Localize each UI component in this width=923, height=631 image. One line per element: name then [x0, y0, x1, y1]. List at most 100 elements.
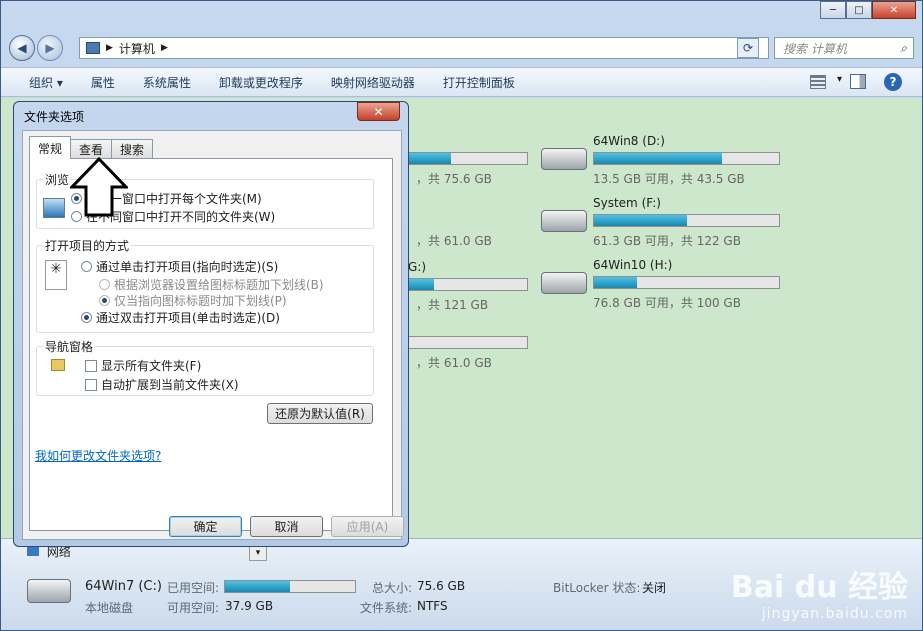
- usage-fill: [594, 277, 637, 288]
- drive-type: 本地磁盘: [85, 601, 134, 615]
- option-label: 通过单击打开项目(指向时选定)(S): [96, 260, 279, 274]
- address-input[interactable]: ▶ 计算机 ▶: [79, 37, 769, 59]
- radio-button[interactable]: [81, 312, 92, 323]
- search-placeholder: 搜索 计算机: [783, 41, 847, 56]
- option-label: 仅当指向图标标题时加下划线(P): [114, 294, 287, 308]
- usage-fill: [594, 153, 722, 164]
- used-fill: [225, 581, 290, 592]
- scroll-down-button[interactable]: ▾: [249, 545, 267, 561]
- click-group-label: 打开项目的方式: [43, 237, 132, 254]
- hard-drive-icon: [541, 272, 587, 294]
- underline-point-option[interactable]: 仅当指向图标标题时加下划线(P): [99, 292, 287, 309]
- total-size-label: 总大小:: [372, 581, 413, 595]
- tab-general[interactable]: 常规: [29, 136, 72, 159]
- browse-folders-icon: [43, 198, 65, 218]
- maximize-button[interactable]: □: [846, 1, 872, 19]
- drive-tile-d[interactable]: 64Win8 (D:) 13.5 GB 可用，共 43.5 GB: [541, 134, 791, 190]
- drive-name: G:): [408, 260, 427, 274]
- tab-view[interactable]: 查看: [70, 139, 113, 159]
- general-tab-page: 浏览 在同一窗口中打开每个文件夹(M) 在不同窗口中打开不同的文件夹(W) 打开…: [29, 157, 393, 531]
- location-crumb[interactable]: 计算机: [119, 40, 155, 57]
- folder-tree-icon: [51, 359, 65, 371]
- bitlocker-value: 关闭: [642, 581, 667, 595]
- uninstall-program-button[interactable]: 卸载或更改程序: [205, 70, 317, 94]
- drive-size: ，共 121 GB: [416, 298, 489, 312]
- view-dropdown-icon[interactable]: ▾: [837, 74, 842, 85]
- usage-fill: [594, 215, 687, 226]
- selected-drive-name: 64Win7 (C:): [85, 579, 162, 594]
- path-separator-2: ▶: [160, 43, 168, 53]
- used-space-label: 已用空间:: [167, 581, 220, 595]
- hard-drive-icon: [541, 148, 587, 170]
- free-space-label: 可用空间:: [167, 601, 220, 615]
- underline-browser-option[interactable]: 根据浏览器设置给图标标题加下划线(B): [99, 276, 324, 293]
- hard-drive-icon: [541, 210, 587, 232]
- radio-button[interactable]: [99, 279, 110, 290]
- apply-button[interactable]: 应用(A): [331, 516, 404, 537]
- drive-size: 61.3 GB 可用，共 122 GB: [593, 234, 741, 248]
- dialog-body: 常规 查看 搜索 浏览 在同一窗口中打开每个文件夹(M) 在不同窗口中打开不同的…: [22, 130, 404, 540]
- drive-size: 13.5 GB 可用，共 43.5 GB: [593, 172, 745, 186]
- radio-button[interactable]: [81, 261, 92, 272]
- search-input[interactable]: 搜索 计算机 ⌕: [774, 37, 914, 59]
- close-button[interactable]: ✕: [872, 1, 916, 19]
- drive-tile-f[interactable]: System (F:) 61.3 GB 可用，共 122 GB: [541, 196, 791, 252]
- double-click-option[interactable]: 通过双击打开项目(单击时选定)(D): [81, 309, 280, 326]
- radio-button[interactable]: [99, 295, 110, 306]
- search-icon: ⌕: [900, 41, 907, 55]
- option-label: 显示所有文件夹(F): [101, 359, 202, 373]
- drive-size: 76.8 GB 可用，共 100 GB: [593, 296, 741, 310]
- filesystem-label: 文件系统:: [360, 601, 413, 615]
- drive-size: ，共 61.0 GB: [416, 234, 492, 248]
- checkbox[interactable]: [85, 359, 97, 372]
- drive-name: 64Win8 (D:): [593, 134, 665, 148]
- system-properties-button[interactable]: 系统属性: [129, 70, 205, 94]
- drive-name: 64Win10 (H:): [593, 258, 673, 272]
- watermark-brand: Bai du 经验: [730, 570, 908, 605]
- drive-size: ，共 75.6 GB: [416, 172, 492, 186]
- refresh-button[interactable]: ⟳: [737, 38, 759, 58]
- tab-search[interactable]: 搜索: [111, 139, 154, 159]
- address-bar-row: ◀ ▶ ▶ 计算机 ▶ ⟳ 搜索 计算机 ⌕: [9, 35, 914, 61]
- help-icon[interactable]: ?: [884, 73, 902, 91]
- properties-button[interactable]: 属性: [77, 70, 129, 94]
- nav-group-label: 导航窗格: [43, 338, 96, 355]
- single-click-option[interactable]: 通过单击打开项目(指向时选定)(S): [81, 258, 278, 275]
- show-all-folders-option[interactable]: 显示所有文件夹(F): [85, 357, 201, 374]
- drive-usage-bar: [593, 152, 780, 165]
- restore-defaults-button[interactable]: 还原为默认值(R): [267, 403, 373, 424]
- dialog-title: 文件夹选项: [24, 110, 85, 124]
- command-bar: 组织 ▾ 属性 系统属性 卸载或更改程序 映射网络驱动器 打开控制面板 ▾ ?: [1, 67, 922, 97]
- drive-size: ，共 61.0 GB: [416, 356, 492, 370]
- details-pane: 网络 ▾ 64Win7 (C:) 本地磁盘 已用空间: 可用空间: 37.9 G…: [1, 538, 922, 630]
- minimize-button[interactable]: ─: [820, 1, 846, 19]
- dialog-close-button[interactable]: ✕: [357, 102, 400, 121]
- forward-arrow-icon: ▶: [45, 41, 55, 55]
- folder-options-dialog: 文件夹选项 ✕ 常规 查看 搜索 浏览 在同一窗口中打开每个文件夹(M) 在不同…: [13, 101, 409, 547]
- tab-strip: 常规 查看 搜索: [29, 136, 154, 159]
- hard-drive-large-icon: [27, 579, 71, 603]
- bitlocker-label: BitLocker 状态:: [553, 581, 641, 595]
- map-network-drive-button[interactable]: 映射网络驱动器: [317, 70, 429, 94]
- checkbox[interactable]: [85, 378, 97, 391]
- view-options-icon[interactable]: [810, 75, 826, 89]
- back-button[interactable]: ◀: [9, 35, 35, 61]
- help-link[interactable]: 我如何更改文件夹选项?: [35, 447, 161, 464]
- auto-expand-option[interactable]: 自动扩展到当前文件夹(X): [85, 376, 239, 393]
- option-label: 通过双击打开项目(单击时选定)(D): [96, 311, 280, 325]
- drive-name: System (F:): [593, 196, 661, 210]
- organize-menu[interactable]: 组织 ▾: [15, 70, 77, 94]
- click-items-group: 打开项目的方式 ✳ 通过单击打开项目(指向时选定)(S) 根据浏览器设置给图标标…: [36, 237, 374, 333]
- option-label: 根据浏览器设置给图标标题加下划线(B): [114, 278, 324, 292]
- forward-button[interactable]: ▶: [37, 35, 63, 61]
- cancel-button[interactable]: 取消: [250, 516, 323, 537]
- ok-button[interactable]: 确定: [169, 516, 242, 537]
- drive-usage-bar: [593, 214, 780, 227]
- open-control-panel-button[interactable]: 打开控制面板: [429, 70, 529, 94]
- drive-tile-h[interactable]: 64Win10 (H:) 76.8 GB 可用，共 100 GB: [541, 258, 791, 314]
- refresh-icon: ⟳: [742, 41, 754, 55]
- preview-pane-icon[interactable]: [850, 74, 866, 89]
- option-label: 自动扩展到当前文件夹(X): [101, 378, 239, 392]
- network-icon: [27, 546, 39, 556]
- free-space-value: 37.9 GB: [225, 599, 274, 613]
